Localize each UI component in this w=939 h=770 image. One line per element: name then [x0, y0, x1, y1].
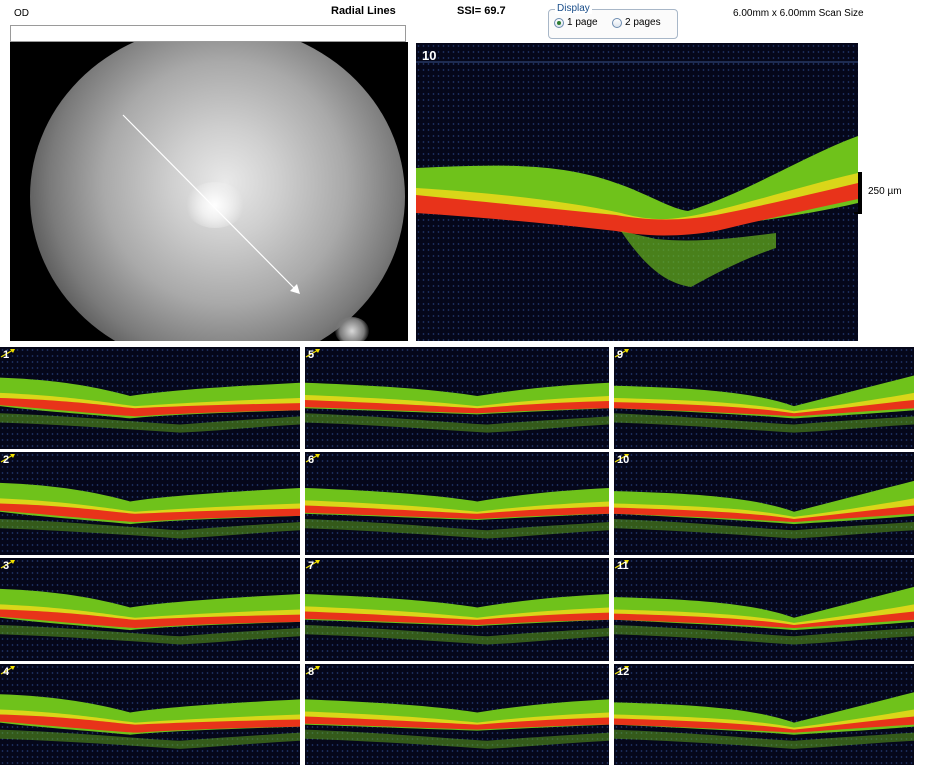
thumbnail-number: 7 — [308, 560, 315, 572]
scan-size-label: 6.00mm x 6.00mm Scan Size — [733, 8, 864, 19]
thumbnail-bscan-12[interactable]: 12 — [614, 664, 914, 765]
thumbnail-number: 4 — [3, 666, 10, 678]
thumbnail-bscan-11[interactable]: 11 — [614, 558, 914, 661]
eye-label: OD — [14, 8, 29, 19]
thumbnail-number: 6 — [308, 454, 315, 466]
radio-unselected-icon — [612, 17, 622, 28]
thumbnail-number: 10 — [617, 454, 630, 466]
thumbnail-number: 3 — [3, 560, 10, 572]
thumbnail-bscan-4[interactable]: 4 — [0, 664, 300, 765]
radio-2-pages[interactable]: 2 pages — [612, 17, 661, 28]
radio-2-pages-label: 2 pages — [625, 17, 661, 28]
scale-label: 250 µm — [868, 186, 902, 197]
scan-line-arrow-icon[interactable] — [10, 42, 408, 341]
thumbnail-number: 1 — [3, 349, 10, 361]
thumbnail-number: 11 — [617, 560, 629, 572]
display-legend: Display — [555, 3, 592, 14]
thumbnail-bscan-6[interactable]: 6 — [305, 452, 609, 555]
thumbnail-number: 8 — [308, 666, 315, 678]
thumbnail-bscan-9[interactable]: 9 — [614, 347, 914, 449]
ssi-label: SSI= 69.7 — [457, 5, 506, 17]
thumbnail-number: 2 — [3, 454, 10, 466]
thumbnail-bscan-8[interactable]: 8 — [305, 664, 609, 765]
radio-1-page[interactable]: 1 page — [554, 17, 598, 28]
thumbnail-bscan-10[interactable]: 10 — [614, 452, 914, 555]
thumbnail-number: 9 — [617, 349, 624, 361]
thumbnail-bscan-7[interactable]: 7 — [305, 558, 609, 661]
fundus-title-bar — [10, 25, 406, 42]
thumbnail-number: 12 — [617, 666, 630, 678]
thumbnail-number: 5 — [308, 349, 315, 361]
radio-selected-icon — [554, 17, 564, 28]
scan-mode-label: Radial Lines — [331, 5, 396, 17]
thumbnail-bscan-1[interactable]: 1 — [0, 347, 300, 449]
thumbnail-bscan-3[interactable]: 3 — [0, 558, 300, 661]
thumbnail-bscan-5[interactable]: 5 — [305, 347, 609, 449]
radio-1-page-label: 1 page — [567, 17, 598, 28]
scale-bar — [858, 172, 862, 214]
main-bscan-image[interactable]: 10 — [416, 43, 858, 341]
fundus-image[interactable] — [10, 42, 408, 341]
main-scan-number: 10 — [422, 48, 437, 63]
thumbnail-bscan-2[interactable]: 2 — [0, 452, 300, 555]
